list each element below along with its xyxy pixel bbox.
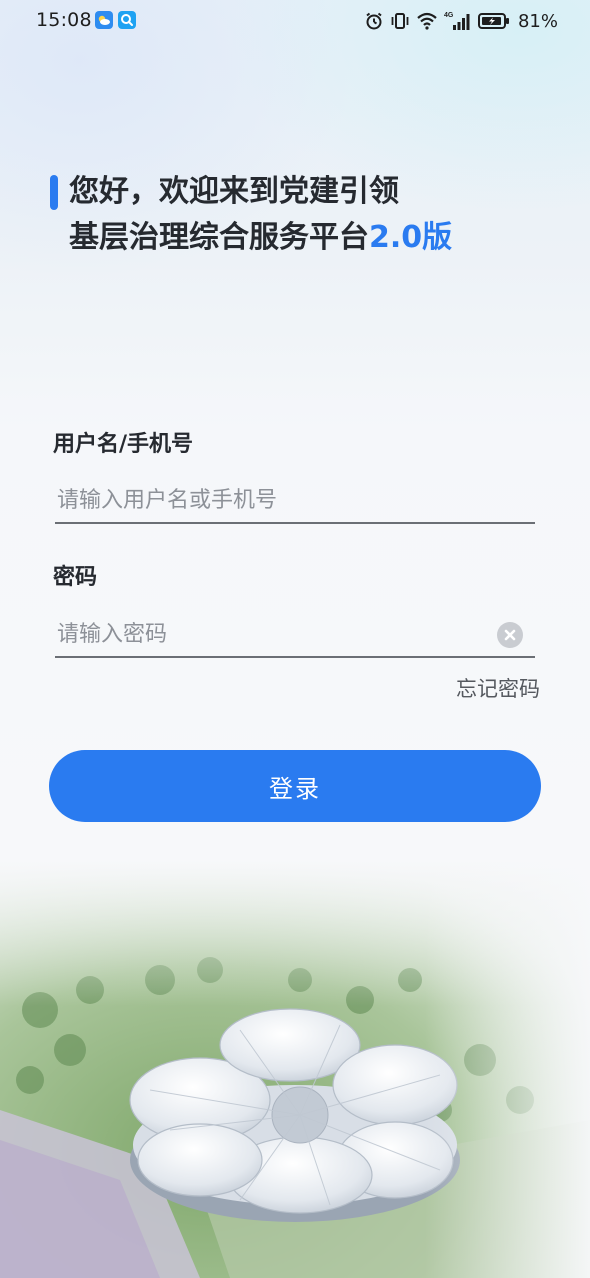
login-page: 15:08 4G 81% 您好，欢迎来到党建引领 基层治理综合服务平台2.0版 …: [0, 0, 590, 1278]
username-input[interactable]: [55, 478, 535, 524]
stadium-illustration: [0, 860, 590, 1278]
clear-icon[interactable]: [497, 622, 523, 648]
alarm-icon: [366, 12, 382, 30]
welcome-line-1: 您好，欢迎来到党建引领: [69, 174, 399, 209]
network-type-label: 4G: [444, 12, 454, 19]
battery-percent: 81%: [517, 10, 558, 32]
signal-icon: 4G: [444, 12, 470, 30]
search-app-icon: [118, 11, 136, 29]
wifi-icon: [417, 12, 437, 30]
login-button[interactable]: 登录: [49, 750, 541, 822]
version-label: 2.0版: [369, 220, 453, 255]
heading-accent-bar: [50, 175, 58, 210]
status-icons: 4G 81%: [364, 9, 558, 33]
platform-name: 基层治理综合服务平台: [69, 220, 369, 255]
battery-icon: [477, 13, 509, 29]
password-input[interactable]: [55, 612, 535, 658]
forgot-password-link[interactable]: 忘记密码: [456, 674, 540, 704]
password-label: 密码: [53, 565, 98, 590]
status-bar: 15:08 4G 81%: [0, 0, 590, 42]
weather-app-icon: [95, 11, 113, 29]
vibrate-icon: [391, 13, 409, 29]
username-label: 用户名/手机号: [53, 432, 194, 457]
welcome-line-2: 基层治理综合服务平台2.0版: [69, 218, 452, 258]
status-time: 15:08: [36, 9, 92, 31]
